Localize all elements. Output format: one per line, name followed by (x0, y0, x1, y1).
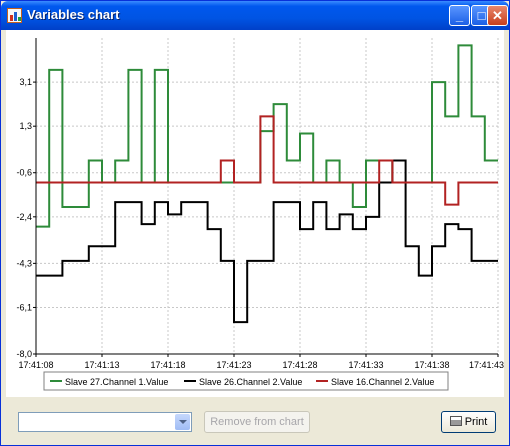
x-tick-label: 17:41:28 (282, 360, 317, 370)
printer-icon (449, 416, 462, 426)
remove-from-chart-button[interactable]: Remove from chart (204, 411, 310, 433)
x-tick-label: 17:41:08 (18, 360, 53, 370)
legend-label: Slave 27.Channel 1.Value (65, 377, 168, 387)
chart-panel: 3,1 1,3 -0,6 -2,4 -4,3 -6,1 -8,0 17:41:08 17:41:… (6, 30, 504, 397)
y-tick-label: -8,0 (16, 349, 32, 359)
y-tick-label: -2,4 (16, 212, 32, 222)
print-button[interactable]: Print (441, 411, 496, 433)
chart-axes (35, 38, 498, 355)
chart-controls-bar: Remove from chart Print (4, 400, 506, 443)
x-tick-label: 17:41:13 (84, 360, 119, 370)
window-title: Variables chart (27, 7, 120, 22)
x-tick-label: 17:41:18 (150, 360, 185, 370)
variables-chart-window: Variables chart _ □ ✕ 3,1 1,3 -0,6 -2,4 -4,3… (0, 0, 510, 446)
chart-grid (36, 38, 499, 354)
x-tick-label: 17:41:38 (414, 360, 449, 370)
print-button-label: Print (464, 416, 488, 428)
series-line-2 (36, 159, 498, 324)
chart-app-icon (7, 8, 22, 23)
title-bar[interactable]: Variables chart _ □ ✕ (1, 1, 509, 30)
y-tick-label: -0,6 (16, 168, 32, 178)
y-tick-label: 3,1 (19, 77, 32, 87)
legend-label: Slave 16.Channel 2.Value (331, 377, 434, 387)
chart-series-layer (36, 44, 498, 324)
dropdown-arrow-icon[interactable] (175, 414, 190, 430)
series-select[interactable] (18, 412, 192, 432)
x-tick-label: 17:41:33 (348, 360, 383, 370)
minimize-button[interactable]: _ (449, 5, 470, 26)
series-line-3 (36, 115, 498, 206)
close-button[interactable]: ✕ (487, 5, 508, 26)
series-line-1 (36, 44, 498, 228)
chart-legend: Slave 27.Channel 1.Value Slave 26.Channel… (43, 371, 449, 391)
y-tick-label: -4,3 (16, 258, 32, 268)
window-client-area: 3,1 1,3 -0,6 -2,4 -4,3 -6,1 -8,0 17:41:08 17:41:… (4, 30, 506, 443)
legend-label: Slave 26.Channel 2.Value (199, 377, 302, 387)
y-tick-label: -6,1 (16, 302, 32, 312)
y-tick-label: 1,3 (19, 121, 32, 131)
x-tick-label: 17:41:43 (469, 360, 504, 370)
x-tick-label: 17:41:23 (216, 360, 251, 370)
variables-chart: 3,1 1,3 -0,6 -2,4 -4,3 -6,1 -8,017:41:08 17:41:… (16, 38, 504, 391)
